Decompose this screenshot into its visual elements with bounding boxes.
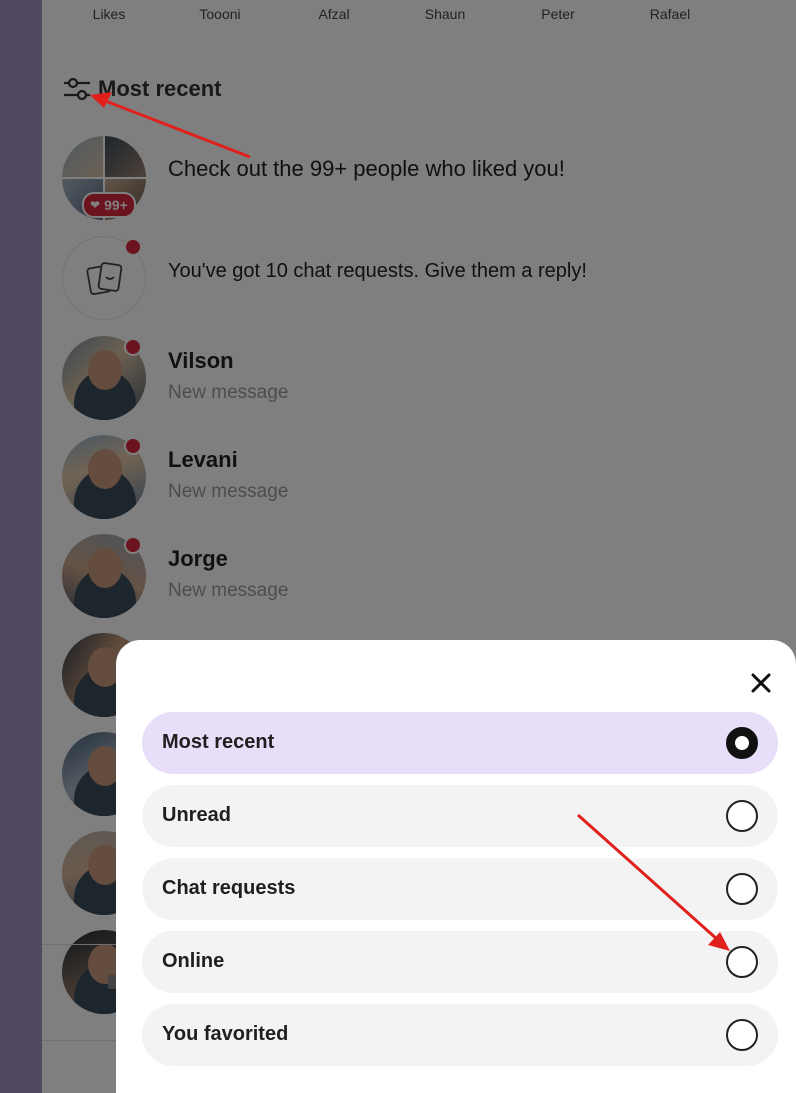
radio-unselected[interactable] — [726, 800, 758, 832]
option-label: Chat requests — [162, 877, 296, 899]
option-label: Most recent — [162, 731, 275, 753]
sort-bottom-sheet: Most recent Unread Chat requests Online … — [116, 640, 796, 1093]
option-label: You favorited — [162, 1023, 289, 1045]
page: Likes Toooni Afzal Shaun Peter Rafael Mo… — [0, 0, 796, 1093]
close-button[interactable] — [744, 666, 778, 700]
option-unread[interactable]: Unread — [142, 785, 778, 847]
option-you-favorited[interactable]: You favorited — [142, 1004, 778, 1066]
option-chat-requests[interactable]: Chat requests — [142, 858, 778, 920]
option-label: Online — [162, 950, 225, 972]
radio-unselected[interactable] — [726, 873, 758, 905]
option-label: Unread — [162, 804, 231, 826]
close-icon — [751, 673, 771, 693]
radio-unselected[interactable] — [726, 1019, 758, 1051]
option-online[interactable]: Online — [142, 931, 778, 993]
radio-selected[interactable] — [726, 727, 758, 759]
option-most-recent[interactable]: Most recent — [142, 712, 778, 774]
radio-unselected[interactable] — [726, 946, 758, 978]
